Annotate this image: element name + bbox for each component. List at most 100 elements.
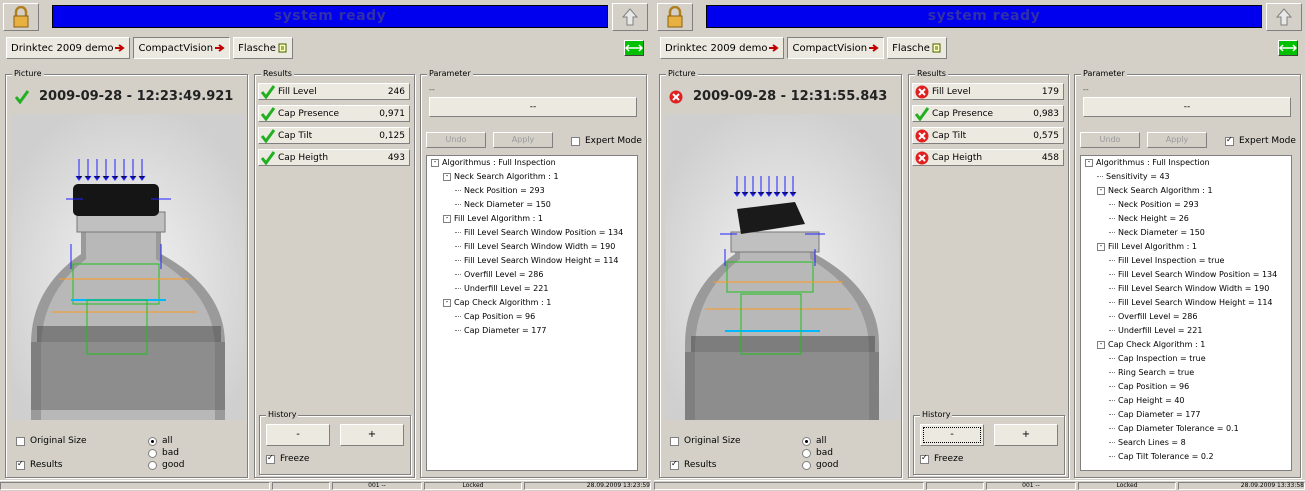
breadcrumb-item[interactable]: Flasche [887, 37, 947, 59]
breadcrumb-item[interactable]: Drinktec 2009 demo [660, 37, 785, 59]
original-size-checkbox[interactable] [16, 436, 25, 446]
history-next-button[interactable]: + [994, 424, 1058, 446]
apply-button[interactable]: Apply [493, 132, 553, 148]
tree-node[interactable]: Fill Level Search Window Width = 190 [1109, 284, 1269, 293]
breadcrumb-item[interactable]: CompactVision [787, 37, 885, 59]
original-size-option[interactable]: Original Size [670, 436, 741, 446]
tree-node[interactable]: Fill Level Search Window Position = 134 [1109, 270, 1277, 279]
tree-node[interactable]: Cap Diameter = 177 [1109, 410, 1201, 419]
tree-node[interactable]: Cap Position = 96 [455, 312, 535, 321]
tree-node[interactable]: Fill Level Inspection = true [1109, 256, 1224, 265]
navigate-button[interactable] [1278, 40, 1298, 56]
collapse-icon[interactable]: - [443, 214, 451, 223]
radio-button[interactable] [802, 448, 811, 458]
tree-node[interactable]: Cap Height = 40 [1109, 396, 1185, 405]
algorithm-parameter-tree[interactable]: - Algorithmus : Full Inspection - Neck Sear… [426, 155, 638, 471]
filter-radio-good[interactable]: good [148, 460, 184, 470]
tree-node[interactable]: Cap Diameter Tolerance = 0.1 [1109, 424, 1239, 433]
tree-node[interactable]: - Fill Level Algorithm : 1 [443, 214, 543, 223]
parameter-group: Parameter----UndoApplyExpert Mode-Algori… [420, 69, 647, 478]
expert-mode-checkbox[interactable] [1225, 135, 1234, 146]
filter-radio-good[interactable]: good [802, 460, 838, 470]
radio-button[interactable] [802, 460, 811, 470]
tree-node[interactable]: - Fill Level Algorithm : 1 [1097, 242, 1197, 251]
tree-node[interactable]: Neck Position = 293 [1109, 200, 1199, 209]
results-option[interactable]: Results [16, 459, 63, 470]
radio-button[interactable] [148, 436, 157, 446]
tree-branch-line [1097, 176, 1103, 177]
tree-node[interactable]: Ring Search = true [1109, 368, 1194, 377]
tree-node[interactable]: Sensitivity = 43 [1097, 172, 1170, 181]
tree-node[interactable]: Cap Position = 96 [1109, 382, 1189, 391]
original-size-checkbox[interactable] [670, 436, 679, 446]
tree-node[interactable]: Neck Diameter = 150 [455, 200, 551, 209]
collapse-icon[interactable]: - [1097, 186, 1105, 195]
expert-mode-checkbox[interactable] [571, 136, 580, 146]
expert-mode-option[interactable]: Expert Mode [1225, 135, 1296, 146]
bottle-inspection-image[interactable] [11, 114, 245, 420]
tree-node[interactable]: Fill Level Search Window Position = 134 [455, 228, 623, 237]
freeze-checkbox[interactable] [266, 453, 275, 464]
results-checkbox[interactable] [670, 459, 679, 470]
radio-button[interactable] [148, 460, 157, 470]
tree-node[interactable]: Overfill Level = 286 [1109, 312, 1197, 321]
expert-mode-option[interactable]: Expert Mode [571, 136, 642, 146]
tree-node[interactable]: Neck Height = 26 [1109, 214, 1189, 223]
filter-radio-bad[interactable]: bad [802, 448, 833, 458]
collapse-icon[interactable]: - [1085, 158, 1093, 167]
tree-node[interactable]: - Neck Search Algorithm : 1 [443, 172, 559, 181]
tree-node[interactable]: Cap Diameter = 177 [455, 326, 547, 335]
history-previous-button[interactable]: - [920, 424, 984, 446]
collapse-icon[interactable]: - [443, 172, 451, 181]
tree-node[interactable]: Overfill Level = 286 [455, 270, 543, 279]
collapse-icon[interactable]: - [431, 158, 439, 167]
tree-node[interactable]: Underfill Level = 221 [1109, 326, 1202, 335]
tree-node[interactable]: - Cap Check Algorithm : 1 [443, 298, 551, 307]
parameter-set-select[interactable]: -- [1083, 97, 1291, 117]
upload-button[interactable] [612, 3, 648, 31]
breadcrumb-item[interactable]: CompactVision [133, 37, 231, 59]
undo-button[interactable]: Undo [1080, 132, 1140, 148]
history-next-button[interactable]: + [340, 424, 404, 446]
radio-button[interactable] [148, 448, 157, 458]
navigate-button[interactable] [624, 40, 644, 56]
results-option[interactable]: Results [670, 459, 717, 470]
freeze-option[interactable]: Freeze [920, 453, 963, 464]
bottle-inspection-image[interactable] [665, 114, 899, 420]
tree-node[interactable]: Neck Diameter = 150 [1109, 228, 1205, 237]
filter-radio-all[interactable]: all [802, 436, 827, 446]
original-size-label: Original Size [684, 436, 741, 446]
tree-node[interactable]: Cap Inspection = true [1109, 354, 1206, 363]
tree-node[interactable]: Cap Tilt Tolerance = 0.2 [1109, 452, 1214, 461]
tree-node[interactable]: Fill Level Search Window Height = 114 [455, 256, 619, 265]
upload-button[interactable] [1266, 3, 1302, 31]
tree-node[interactable]: - Algorithmus : Full Inspection [1085, 158, 1210, 167]
undo-button[interactable]: Undo [426, 132, 486, 148]
filter-radio-all[interactable]: all [148, 436, 173, 446]
tree-node[interactable]: Neck Position = 293 [455, 186, 545, 195]
breadcrumb-item[interactable]: Drinktec 2009 demo [6, 37, 131, 59]
collapse-icon[interactable]: - [443, 298, 451, 307]
radio-button[interactable] [802, 436, 811, 446]
tree-node[interactable]: Fill Level Search Window Width = 190 [455, 242, 615, 251]
lock-button[interactable] [657, 3, 693, 31]
original-size-option[interactable]: Original Size [16, 436, 87, 446]
history-previous-button[interactable]: - [266, 424, 330, 446]
collapse-icon[interactable]: - [1097, 242, 1105, 251]
freeze-option[interactable]: Freeze [266, 453, 309, 464]
results-checkbox[interactable] [16, 459, 25, 470]
tree-node[interactable]: Fill Level Search Window Height = 114 [1109, 298, 1273, 307]
freeze-checkbox[interactable] [920, 453, 929, 464]
parameter-set-select[interactable]: -- [429, 97, 637, 117]
tree-node[interactable]: - Algorithmus : Full Inspection [431, 158, 556, 167]
tree-node[interactable]: Search Lines = 8 [1109, 438, 1186, 447]
apply-button[interactable]: Apply [1147, 132, 1207, 148]
tree-node[interactable]: Underfill Level = 221 [455, 284, 548, 293]
algorithm-parameter-tree[interactable]: - Algorithmus : Full Inspection Sensitivit… [1080, 155, 1292, 471]
breadcrumb-item[interactable]: Flasche [233, 37, 293, 59]
tree-node[interactable]: - Neck Search Algorithm : 1 [1097, 186, 1213, 195]
tree-node[interactable]: - Cap Check Algorithm : 1 [1097, 340, 1205, 349]
lock-button[interactable] [3, 3, 39, 31]
filter-radio-bad[interactable]: bad [148, 448, 179, 458]
collapse-icon[interactable]: - [1097, 340, 1105, 349]
